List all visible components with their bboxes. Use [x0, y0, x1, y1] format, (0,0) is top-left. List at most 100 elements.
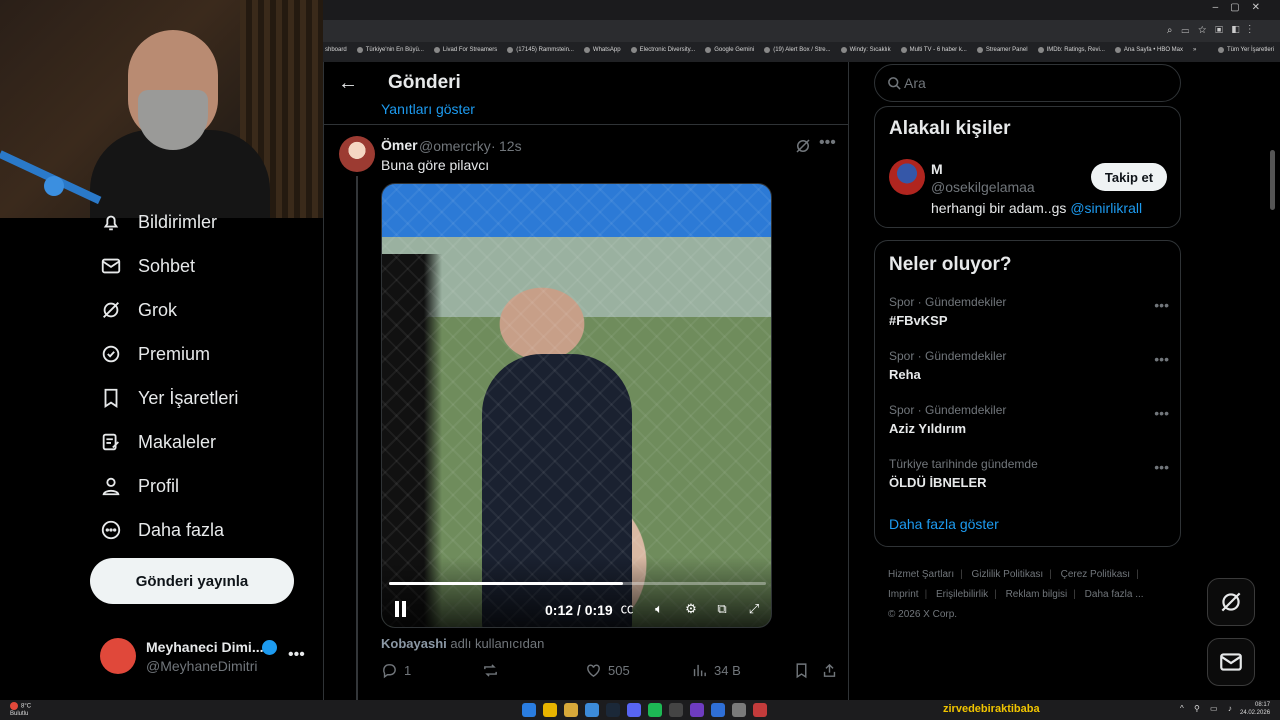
volume-icon[interactable]: 🔈︎	[650, 600, 668, 618]
footer-link[interactable]: Çerez Politikası	[1061, 569, 1130, 580]
nav-item-premium[interactable]: Premium	[90, 332, 320, 376]
messages-floating-button[interactable]	[1207, 638, 1255, 686]
more-icon[interactable]: •••	[1154, 405, 1169, 421]
bookmark-item[interactable]: WhatsApp	[583, 47, 621, 53]
captions-icon[interactable]: ㏄	[618, 600, 636, 618]
settings-gear-icon[interactable]: ⚙	[682, 600, 700, 618]
nav-item-more[interactable]: Daha fazla	[90, 508, 320, 552]
nav-item-profile[interactable]: Profil	[90, 464, 320, 508]
bookmark-item[interactable]: Türkiye'nin En Büyü...	[356, 47, 424, 53]
steam-icon[interactable]	[606, 703, 620, 717]
heart-icon	[587, 664, 600, 678]
video-player[interactable]: 0:12 / 0:19 ㏄ 🔈︎ ⚙ ⧉ ⤢	[381, 183, 772, 628]
search-input[interactable]	[904, 65, 1164, 101]
bookmark-item[interactable]: Tüm Yer İşaretleri	[1217, 47, 1280, 53]
clock[interactable]: 08:17 24.02.2026	[1240, 701, 1270, 717]
trend-item[interactable]: Spor · Gündemdekiler Aziz Yıldırım •••	[889, 403, 1169, 443]
bookmark-item[interactable]: shboard	[325, 47, 347, 53]
account-switcher[interactable]: Meyhaneci Dimi... @MeyhaneDimitri •••	[100, 636, 320, 680]
avatar[interactable]	[889, 159, 925, 195]
more-icon[interactable]: •••	[1154, 351, 1169, 367]
bookmark-item[interactable]: Livad For Streamers	[433, 47, 497, 53]
bookmark-item[interactable]: Google Gemini	[705, 47, 754, 53]
weather-widget[interactable]: 8°C Bulutlu	[10, 702, 31, 718]
pause-icon[interactable]	[394, 601, 408, 617]
app-icon[interactable]	[753, 703, 767, 717]
bookmark-item[interactable]: Streamer Panel	[976, 47, 1028, 53]
nav-item-notifications[interactable]: Bildirimler	[90, 200, 320, 244]
more-icon[interactable]: •••	[1154, 297, 1169, 313]
footer-link[interactable]: Gizlilik Politikası	[972, 569, 1044, 580]
bookmark-item[interactable]: (17145) Rammstein...	[507, 47, 574, 53]
trend-item[interactable]: Spor · Gündemdekiler Reha •••	[889, 349, 1169, 389]
more-icon[interactable]: •••	[288, 646, 305, 664]
bookmark-item[interactable]: Ana Sayfa • HBO Max	[1114, 47, 1183, 53]
bookmark-label: Electronic Diversity...	[639, 47, 696, 53]
nav-item-articles[interactable]: Makaleler	[90, 420, 320, 464]
start-icon[interactable]	[522, 703, 536, 717]
follow-button[interactable]: Takip et	[1091, 163, 1167, 191]
fullscreen-icon[interactable]: ⤢	[745, 600, 763, 618]
nav-item-bookmarks[interactable]: Yer İşaretleri	[90, 376, 320, 420]
pop-out-icon[interactable]: ⧉	[713, 600, 731, 618]
window-controls[interactable]: –▢✕	[1213, 2, 1272, 13]
weather-desc: Bulutlu	[10, 710, 29, 717]
app-icon[interactable]	[711, 703, 725, 717]
discord-icon[interactable]	[627, 703, 641, 717]
reply-button[interactable]: 1	[381, 662, 411, 679]
show-more-link[interactable]: Daha fazla göster	[889, 516, 999, 532]
nav-item-chat[interactable]: Sohbet	[90, 244, 320, 288]
bookmark-item[interactable]: Electronic Diversity...	[630, 47, 696, 53]
tweet-time[interactable]: 12s	[499, 138, 522, 154]
footer-link[interactable]: Imprint	[888, 589, 919, 600]
chrome-icon[interactable]	[543, 703, 557, 717]
bio-mention-link[interactable]: @sinirlikrall	[1070, 200, 1142, 216]
footer-link[interactable]: Erişilebilirlik	[936, 589, 988, 600]
grok-icon[interactable]	[794, 137, 812, 155]
repost-button[interactable]	[482, 662, 499, 679]
bookmark-item[interactable]: »	[1193, 47, 1196, 53]
back-arrow-icon[interactable]: ←	[338, 72, 360, 94]
bookmark-button[interactable]	[793, 662, 810, 679]
more-icon[interactable]: •••	[819, 134, 836, 152]
bookmark-item[interactable]: IMDb: Ratings, Revi...	[1037, 47, 1105, 53]
browser-chrome: –▢✕ ⌕▭☆▣◧⋮ shboard Türkiye'nin En Büyü...…	[323, 0, 1280, 62]
app-icon[interactable]	[690, 703, 704, 717]
trend-item[interactable]: Spor · Gündemdekiler #FBvKSP •••	[889, 295, 1169, 335]
bookmark-item[interactable]: Windy: Sıcaklık	[840, 47, 891, 53]
address-bar[interactable]: –▢✕ ⌕▭☆▣◧⋮	[323, 2, 1280, 42]
scrollbar[interactable]	[1270, 150, 1275, 210]
nav-item-grok[interactable]: Grok	[90, 288, 320, 332]
app-icon[interactable]	[732, 703, 746, 717]
footer-link[interactable]: Reklam bilgisi	[1006, 589, 1068, 600]
app-icon[interactable]	[669, 703, 683, 717]
more-icon[interactable]: •••	[1154, 459, 1169, 475]
grok-floating-button[interactable]	[1207, 578, 1255, 626]
share-button[interactable]	[821, 662, 838, 679]
show-replies-link[interactable]: Yanıtları göster	[381, 101, 475, 117]
footer-link[interactable]: Daha fazla ...	[1085, 589, 1144, 600]
related-user-handle[interactable]: @osekilgelamaa	[931, 179, 1035, 195]
spotify-icon[interactable]	[648, 703, 662, 717]
system-tray[interactable]: ^ ⚲ ▭ ♪	[1180, 704, 1236, 713]
attribution-name[interactable]: Kobayashi	[381, 636, 447, 651]
folder-icon[interactable]	[564, 703, 578, 717]
search-icon	[888, 77, 901, 90]
bookmark-item[interactable]: Multi TV - 6 haber k...	[900, 47, 967, 53]
toolbar-icons[interactable]: ⌕▭☆▣◧⋮	[1167, 25, 1260, 36]
related-user-name[interactable]: M	[931, 161, 943, 177]
trend-item[interactable]: Türkiye tarihinde gündemde ÖLDÜ İBNELER …	[889, 457, 1169, 497]
like-button[interactable]: 505	[585, 662, 630, 679]
trends-card: Neler oluyor? Spor · Gündemdekiler #FBvK…	[874, 240, 1181, 547]
avatar[interactable]	[339, 136, 375, 172]
video-progress-bar[interactable]	[389, 582, 766, 585]
footer-link[interactable]: Hizmet Şartları	[888, 569, 954, 580]
tweet-author-name[interactable]: Ömer	[381, 137, 418, 153]
views-button[interactable]: 34 B	[691, 662, 741, 679]
search-box[interactable]	[874, 64, 1181, 102]
tab-bar	[323, 0, 1280, 20]
tweet-author-handle[interactable]: @omercrky	[419, 138, 491, 154]
post-button[interactable]: Gönderi yayınla	[90, 558, 294, 604]
bookmark-item[interactable]: (19) Alert Box / Stre...	[764, 47, 831, 53]
app-icon[interactable]	[585, 703, 599, 717]
